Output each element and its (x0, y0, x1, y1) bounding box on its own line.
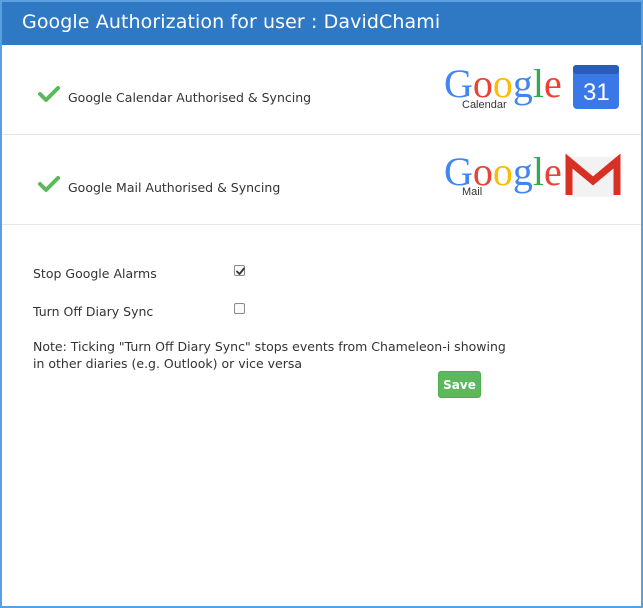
stop-alarms-label: Stop Google Alarms (33, 266, 157, 281)
note-line-1: Note: Ticking "Turn Off Diary Sync" stop… (33, 339, 506, 354)
diary-sync-note: Note: Ticking "Turn Off Diary Sync" stop… (33, 338, 513, 372)
page-title: Google Authorization for user : DavidCha… (22, 11, 441, 33)
checkbox-checked-icon (236, 267, 245, 275)
diary-sync-checkbox[interactable] (234, 303, 245, 314)
diary-sync-label: Turn Off Diary Sync (33, 304, 154, 319)
save-button[interactable]: Save (438, 371, 481, 398)
check-icon (38, 176, 60, 192)
google-mail-logo: Google Mail (444, 151, 621, 198)
mail-logo-sub: Mail (462, 186, 482, 198)
calendar-logo-sub: Calendar (462, 99, 507, 111)
service-row-calendar: Google Calendar Authorised & Syncing Goo… (2, 45, 641, 135)
stop-alarms-checkbox[interactable] (234, 265, 245, 276)
service-row-mail: Google Mail Authorised & Syncing Google … (2, 135, 641, 225)
calendar-status-label: Google Calendar Authorised & Syncing (68, 90, 312, 105)
calendar-logo-badge: 31 (583, 79, 610, 106)
mail-status-label: Google Mail Authorised & Syncing (68, 180, 281, 195)
google-calendar-logo: Google Calendar 31 (444, 61, 619, 111)
check-icon (38, 86, 60, 102)
note-line-2: in other diaries (e.g. Outlook) or vice … (33, 356, 303, 371)
auth-window: Google Authorization for user : DavidCha… (0, 0, 643, 608)
header-bar: Google Authorization for user : DavidCha… (2, 2, 641, 45)
